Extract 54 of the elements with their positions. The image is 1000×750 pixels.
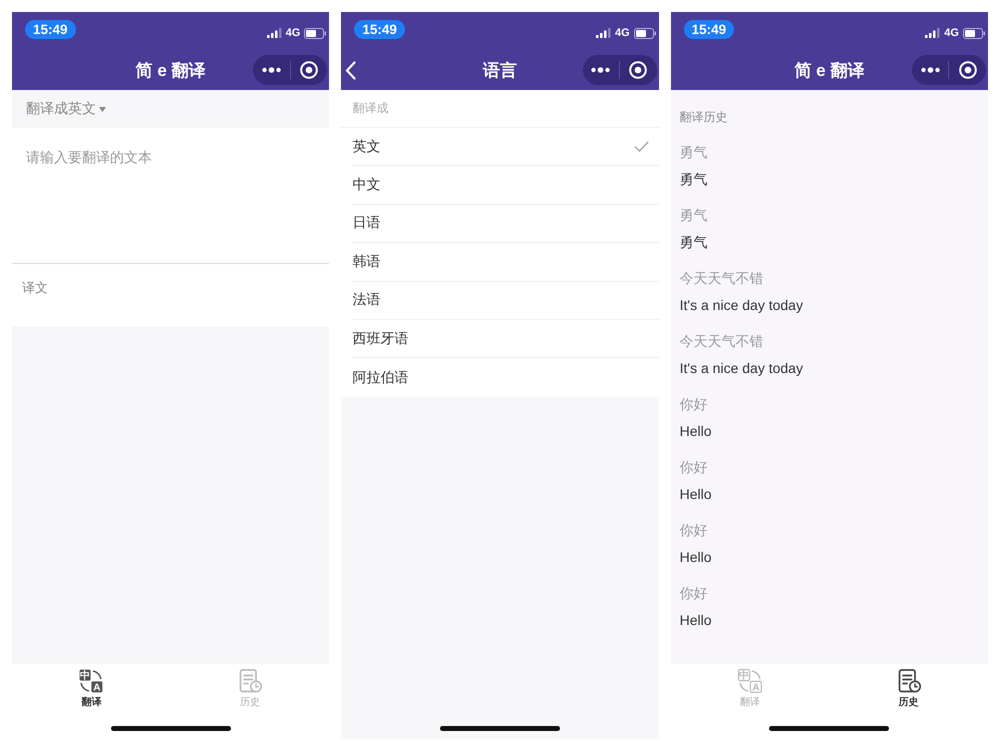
source-text: 你好 [680, 584, 708, 603]
tab-bar-item[interactable]: 中 A 翻译 [71, 664, 112, 711]
status-time: 15:49 [354, 20, 405, 39]
status-time: 15:49 [684, 20, 734, 39]
circle-dot-icon[interactable] [629, 61, 648, 79]
network-label: 4G [614, 27, 630, 39]
language-item[interactable]: 阿拉伯语 [352, 358, 659, 397]
source-text: 今天天气不错 [680, 332, 764, 351]
page-title: 语言 [482, 60, 517, 82]
back-icon[interactable] [345, 60, 356, 80]
circle-dot-icon[interactable] [300, 61, 318, 79]
translation-label: 译文 [22, 280, 48, 295]
source-text: 今天天气不错 [680, 269, 764, 288]
more-icon[interactable] [920, 67, 940, 73]
more-icon[interactable] [591, 67, 610, 73]
language-item[interactable]: 西班牙语 [352, 320, 659, 358]
battery-icon [962, 28, 985, 38]
section-title: 翻译历史 [680, 109, 728, 126]
document-clock-icon [896, 669, 921, 693]
translated-text: 勇气 [680, 233, 708, 252]
translated-text: It's a nice day today [680, 296, 803, 315]
language-item[interactable]: 法语 [352, 282, 659, 320]
signal-icon [596, 28, 611, 38]
page-title: 简 e 翻译 [794, 60, 864, 82]
caret-icon [99, 106, 106, 112]
more-icon[interactable] [262, 67, 282, 73]
signal-icon [925, 28, 940, 38]
page-title: 简 e 翻译 [136, 60, 206, 82]
battery-icon [634, 28, 656, 38]
source-text: 你好 [680, 521, 708, 540]
language-item[interactable]: 日语 [352, 204, 659, 244]
source-text: 勇气 [680, 143, 708, 162]
language-item[interactable]: 英文 [352, 128, 659, 166]
battery-icon [304, 28, 326, 38]
signal-icon [266, 28, 282, 38]
translated-text: Hello [680, 485, 712, 504]
tab-bar-item[interactable]: 历史 [888, 664, 929, 711]
source-text: 你好 [680, 395, 708, 414]
section-title: 翻译成 [352, 100, 388, 117]
text-input-field[interactable]: 请输入要翻译的文本 [12, 128, 330, 264]
translated-text: 勇气 [680, 170, 708, 189]
status-time: 15:49 [25, 20, 76, 39]
network-label: 4G [944, 27, 959, 39]
translated-text: Hello [680, 422, 712, 441]
document-clock-icon [238, 669, 262, 693]
translated-text: Hello [680, 548, 712, 567]
language-item[interactable]: 中文 [352, 166, 659, 205]
translated-text: It's a nice day today [680, 359, 803, 378]
source-text: 勇气 [680, 206, 708, 225]
language-item[interactable]: 韩语 [352, 243, 659, 282]
network-label: 4G [286, 27, 300, 39]
source-text: 你好 [680, 458, 708, 477]
circle-dot-icon[interactable] [958, 61, 977, 79]
translated-text: Hello [680, 611, 712, 630]
